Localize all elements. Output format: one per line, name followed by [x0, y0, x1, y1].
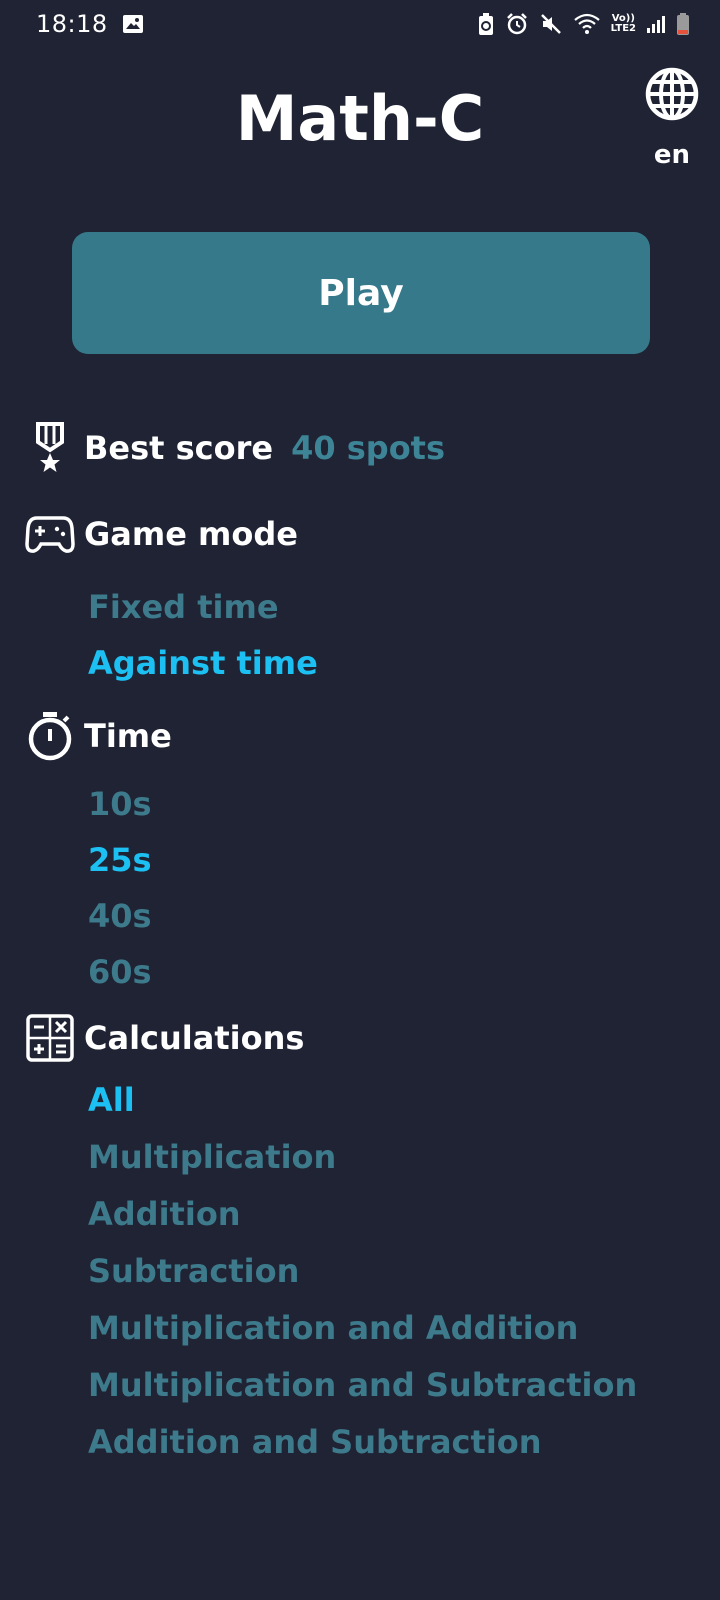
- time-option[interactable]: 60s: [88, 953, 152, 991]
- battery-saver-icon: [477, 12, 495, 36]
- time-header: Time: [24, 710, 172, 762]
- calculations-label: Calculations: [84, 1019, 305, 1057]
- calculation-option[interactable]: Multiplication and Addition: [88, 1309, 578, 1347]
- best-score-value: 40 spots: [291, 429, 446, 467]
- best-score-label: Best score: [84, 429, 274, 467]
- calculator-icon: [24, 1012, 76, 1064]
- battery-icon: [676, 12, 690, 36]
- game-mode-option[interactable]: Fixed time: [88, 588, 279, 626]
- calculations-header: Calculations: [24, 1012, 304, 1064]
- language-switcher[interactable]: en: [640, 66, 704, 170]
- time-option[interactable]: 10s: [88, 785, 152, 823]
- app-title: Math-C: [235, 82, 485, 155]
- gallery-notification-icon: [122, 14, 144, 34]
- calculation-option[interactable]: Multiplication: [88, 1138, 336, 1176]
- signal-icon: [646, 14, 666, 34]
- alarm-icon: [505, 12, 529, 36]
- calculation-option[interactable]: Multiplication and Subtraction: [88, 1366, 637, 1404]
- globe-icon[interactable]: [644, 66, 700, 126]
- calculation-option[interactable]: Addition: [88, 1195, 241, 1233]
- status-bar: 18:18 Vo)) LTE2: [0, 0, 720, 48]
- game-mode-option[interactable]: Against time: [88, 644, 318, 682]
- lte-icon: Vo)) LTE2: [611, 14, 636, 34]
- game-mode-label: Game mode: [84, 515, 298, 553]
- stopwatch-icon: [24, 710, 76, 762]
- calculation-option[interactable]: Subtraction: [88, 1252, 299, 1290]
- calculation-option[interactable]: All: [88, 1081, 135, 1119]
- medal-icon: [24, 422, 76, 474]
- status-time: 18:18: [36, 10, 108, 38]
- app-screen: 18:18 Vo)) LTE2 Math-C en Play Best scor…: [0, 0, 720, 1600]
- play-button[interactable]: Play: [72, 232, 650, 354]
- mute-icon: [539, 12, 563, 36]
- calculation-option[interactable]: Addition and Subtraction: [88, 1423, 542, 1461]
- time-option[interactable]: 40s: [88, 897, 152, 935]
- wifi-icon: [573, 12, 601, 36]
- gamepad-icon: [24, 508, 76, 560]
- game-mode-header: Game mode: [24, 508, 298, 560]
- time-label: Time: [84, 717, 172, 755]
- time-option[interactable]: 25s: [88, 841, 152, 879]
- network-label-bottom: LTE2: [610, 23, 636, 34]
- language-code: en: [653, 140, 691, 170]
- best-score-row: Best score 40 spots: [24, 422, 445, 474]
